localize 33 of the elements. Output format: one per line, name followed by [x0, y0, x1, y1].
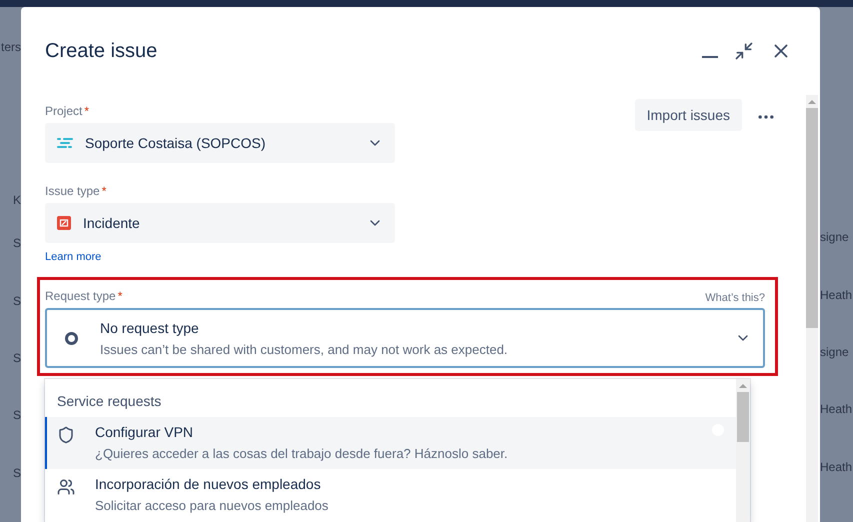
background-text: signe	[820, 229, 849, 245]
shield-icon	[57, 426, 75, 444]
background-text: S	[12, 350, 21, 366]
field-label: Issue type *	[45, 183, 108, 199]
background-text: signe	[820, 344, 849, 360]
project-select[interactable]: Soporte Costaisa (SOPCOS)	[45, 123, 395, 163]
background-text: ters	[0, 39, 21, 55]
issue-type-select[interactable]: Incidente	[45, 203, 395, 243]
background-text: Heath	[820, 287, 852, 303]
background-text: Heath	[820, 401, 852, 417]
import-issues-button[interactable]: Import issues	[634, 99, 742, 131]
collapse-arrows-icon	[734, 41, 754, 61]
minimize-icon	[702, 56, 718, 58]
group-heading: Service requests	[56, 393, 162, 411]
background-text: S	[12, 407, 21, 423]
incident-icon	[57, 216, 71, 230]
learn-more-link[interactable]: Learn more	[45, 251, 102, 263]
whats-this-link[interactable]: What’s this?	[705, 292, 765, 304]
field-label: Request type *	[45, 288, 122, 304]
request-type-option[interactable]: Configurar VPN ¿Quieres acceder a las cosas del trabajo desde fuera? Háznoslo saber.	[45, 417, 736, 469]
background-text: S	[12, 465, 21, 481]
field-label: Project *	[45, 103, 90, 119]
background-text: K	[12, 192, 21, 208]
background-text: S	[12, 235, 21, 251]
background-text: Heath	[820, 459, 852, 475]
request-type-select[interactable]: No request type Issues can’t be shared with customers, and may not work as expected.	[45, 308, 765, 368]
scrollbar[interactable]	[806, 95, 818, 522]
background-text: S	[12, 293, 21, 309]
people-icon	[57, 478, 75, 496]
ring-icon	[65, 332, 78, 344]
dialog-title: Create issue	[45, 40, 158, 62]
project-icon	[57, 137, 73, 149]
scrollbar[interactable]	[736, 379, 750, 522]
